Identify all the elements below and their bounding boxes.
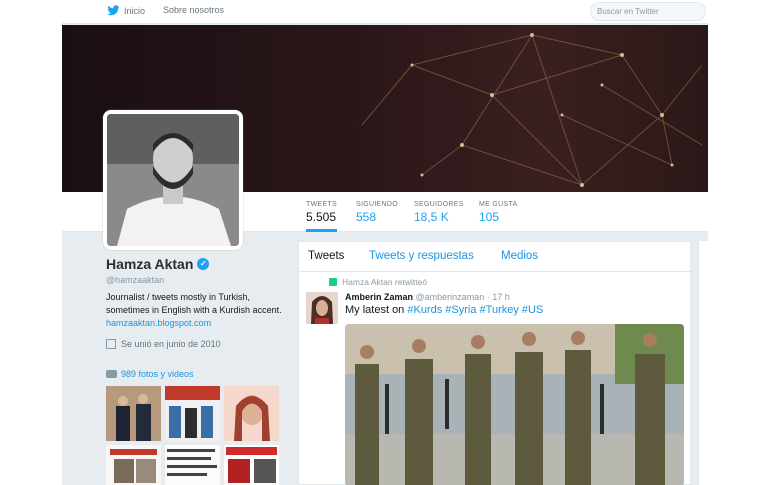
timeline: Tweets Tweets y respuestas Medios Hamza … [298,241,692,485]
stat-followers[interactable]: SEGUIDORES 18,5 K [414,201,464,224]
stat-likes[interactable]: ME GUSTA 105 [479,201,517,224]
tweet-author-avatar[interactable] [306,292,338,324]
search-input[interactable]: Buscar en Twitter [590,2,706,21]
media-thumbnail[interactable] [165,445,220,485]
profile-bio-text: Journalist / tweets mostly in Turkish, s… [106,292,282,315]
tweet-photo[interactable] [345,324,684,485]
left-margin [0,0,62,485]
media-thumbnail[interactable] [224,386,279,441]
profile-name-row: Hamza Aktan ✓ [106,256,286,272]
nav-about[interactable]: Sobre nosotros [163,5,224,15]
tweet-hashtags[interactable]: #Kurds #Syria #Turkey #US [407,304,543,316]
verified-icon: ✓ [197,258,210,270]
thumbnail-image [224,386,279,441]
media-thumbnail[interactable] [224,445,279,485]
tweet-text: My latest on #Kurds #Syria #Turkey #US [345,304,543,316]
tweet-photo-image [345,324,684,485]
search-placeholder: Buscar en Twitter [597,7,659,16]
profile-handle[interactable]: @hamzaaktan [106,275,286,285]
thumbnail-image [165,386,220,441]
stat-tweets-value: 5.505 [306,210,337,224]
stat-likes-label: ME GUSTA [479,201,518,208]
stat-followers-label: SEGUIDORES [414,201,464,208]
stat-following-label: SIGUIENDO [356,201,398,208]
tweet-header: Amberin Zaman @amberinzaman · 17 h [345,292,510,302]
profile-joined-text: Se unió en junio de 2010 [121,339,221,349]
retweet-icon [329,278,337,286]
stat-tweets-label: TWEETS [306,201,337,208]
profile-card: Hamza Aktan ✓ @hamzaaktan Journalist / t… [106,256,286,349]
profile-website-link[interactable]: hamzaaktan.blogspot.com [106,318,211,328]
tweet-author-name[interactable]: Amberin Zaman [345,292,413,302]
nav-home[interactable]: Inicio [107,5,145,16]
stat-following-value: 558 [356,210,377,224]
thumbnail-image [106,386,161,441]
profile-bio: Journalist / tweets mostly in Turkish, s… [106,291,286,330]
stat-likes-value: 105 [479,210,500,224]
profile-name[interactable]: Hamza Aktan [106,256,193,272]
tweet-author-handle[interactable]: @amberinzaman [416,292,485,302]
media-thumbnail[interactable] [106,386,161,441]
avatar-photo [107,114,239,246]
camera-icon [106,370,117,378]
tweet-time[interactable]: · 17 h [487,292,510,302]
top-navigation: Inicio Sobre nosotros Buscar en Twitter [62,0,708,24]
profile-joined: Se unió en junio de 2010 [106,339,286,349]
media-thumbnail[interactable] [106,445,161,485]
profile-avatar[interactable] [103,110,243,250]
retweet-label[interactable]: Hamza Aktan retwitteó [342,277,427,287]
right-margin [708,0,770,485]
tweet-text-prefix: My latest on [345,304,405,316]
thumbnail-image [165,445,220,485]
author-avatar-image [306,292,338,324]
stat-followers-value: 18,5 K [414,210,449,224]
retweet-context: Hamza Aktan retwitteó [329,277,427,287]
page: Inicio Sobre nosotros Buscar en Twitter [0,0,770,485]
photos-videos-link[interactable]: 989 fotos y videos [106,369,194,379]
tab-tweets[interactable]: Tweets [308,250,344,262]
stat-following[interactable]: SIGUIENDO 558 [356,201,398,224]
nav-about-label: Sobre nosotros [163,5,225,15]
twitter-bird-icon [107,5,120,16]
thumbnail-image [224,445,279,485]
tab-media[interactable]: Medios [501,250,538,262]
stat-tweets[interactable]: TWEETS 5.505 [306,201,337,232]
nav-home-label: Inicio [124,5,146,16]
media-thumbnail[interactable] [165,386,220,441]
right-sidebar-edge [698,241,708,485]
timeline-tabs: Tweets Tweets y respuestas Medios [299,242,692,272]
photos-videos-label: 989 fotos y videos [121,369,194,379]
thumbnail-image [106,445,161,485]
calendar-icon [106,339,116,349]
tab-tweets-replies[interactable]: Tweets y respuestas [369,250,474,262]
